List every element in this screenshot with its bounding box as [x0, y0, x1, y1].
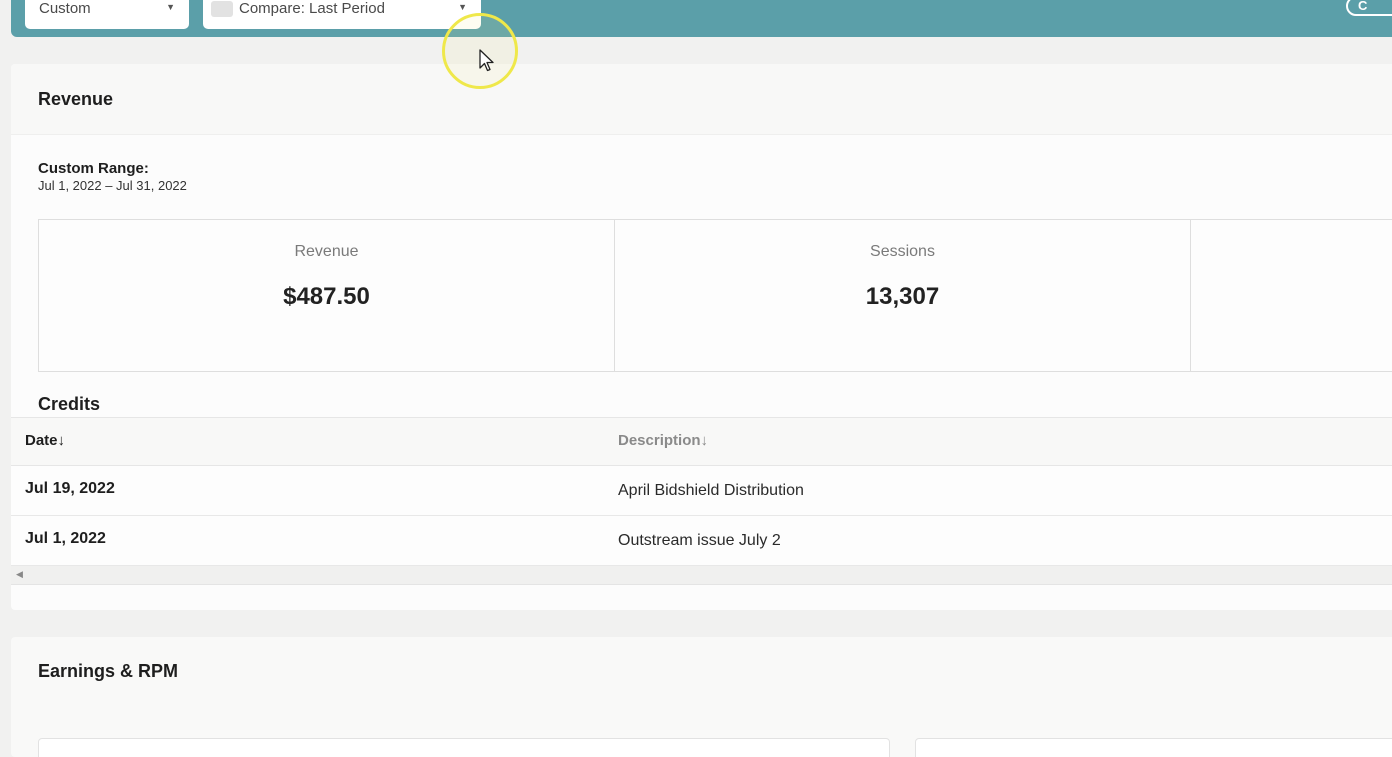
- metric-label: Sessions: [870, 243, 935, 260]
- chevron-down-icon: ▼: [166, 1, 175, 12]
- compare-checkbox[interactable]: [211, 0, 233, 17]
- table-header-row: Date↓ Description↓: [11, 417, 1392, 466]
- metric-label: Revenue: [294, 243, 359, 260]
- metric-value: $487.50: [283, 283, 370, 310]
- column-header-date[interactable]: Date↓: [25, 432, 65, 449]
- topbar-action-button[interactable]: C: [1346, 0, 1392, 16]
- revenue-card-title: Revenue: [11, 64, 1392, 135]
- date-range-select-value: Custom: [39, 0, 91, 17]
- date-range-select[interactable]: Custom ▼: [25, 0, 189, 29]
- compare-select[interactable]: Compare: Last Period ▼: [203, 0, 481, 29]
- scroll-left-arrow-icon[interactable]: ◀: [16, 569, 23, 580]
- row-description: Outstream issue July 2: [618, 532, 781, 549]
- row-description: April Bidshield Distribution: [618, 482, 804, 499]
- metric-revenue: Revenue $487.50: [39, 220, 615, 371]
- credits-title: Credits: [38, 394, 101, 414]
- earnings-card-title: Earnings & RPM: [38, 661, 179, 681]
- custom-range-label: Custom Range:: [38, 160, 149, 177]
- custom-range-value: Jul 1, 2022 – Jul 31, 2022: [38, 178, 187, 193]
- horizontal-scrollbar[interactable]: ◀: [11, 566, 1392, 585]
- compare-select-value: Compare: Last Period: [239, 0, 385, 17]
- chevron-down-icon: ▼: [458, 1, 467, 12]
- row-date: Jul 1, 2022: [25, 530, 106, 547]
- metrics-row: Revenue $487.50 Sessions 13,307: [38, 219, 1392, 372]
- row-date: Jul 19, 2022: [25, 480, 115, 497]
- metric-value: 13,307: [865, 283, 940, 310]
- revenue-card: Revenue Custom Range: Jul 1, 2022 – Jul …: [11, 64, 1392, 610]
- earnings-chart-panel: [38, 738, 890, 757]
- earnings-card: Earnings & RPM: [11, 637, 1392, 757]
- table-row: Jul 1, 2022 Outstream issue July 2: [11, 516, 1392, 566]
- mouse-pointer-icon: [479, 49, 494, 72]
- table-row: Jul 19, 2022 April Bidshield Distributio…: [11, 466, 1392, 516]
- column-header-description[interactable]: Description↓: [618, 432, 708, 449]
- credits-table: Date↓ Description↓ Jul 19, 2022 April Bi…: [11, 417, 1392, 566]
- metric-sessions: Sessions 13,307: [615, 220, 1191, 371]
- rpm-chart-panel: [915, 738, 1392, 757]
- metric-third: [1191, 220, 1392, 371]
